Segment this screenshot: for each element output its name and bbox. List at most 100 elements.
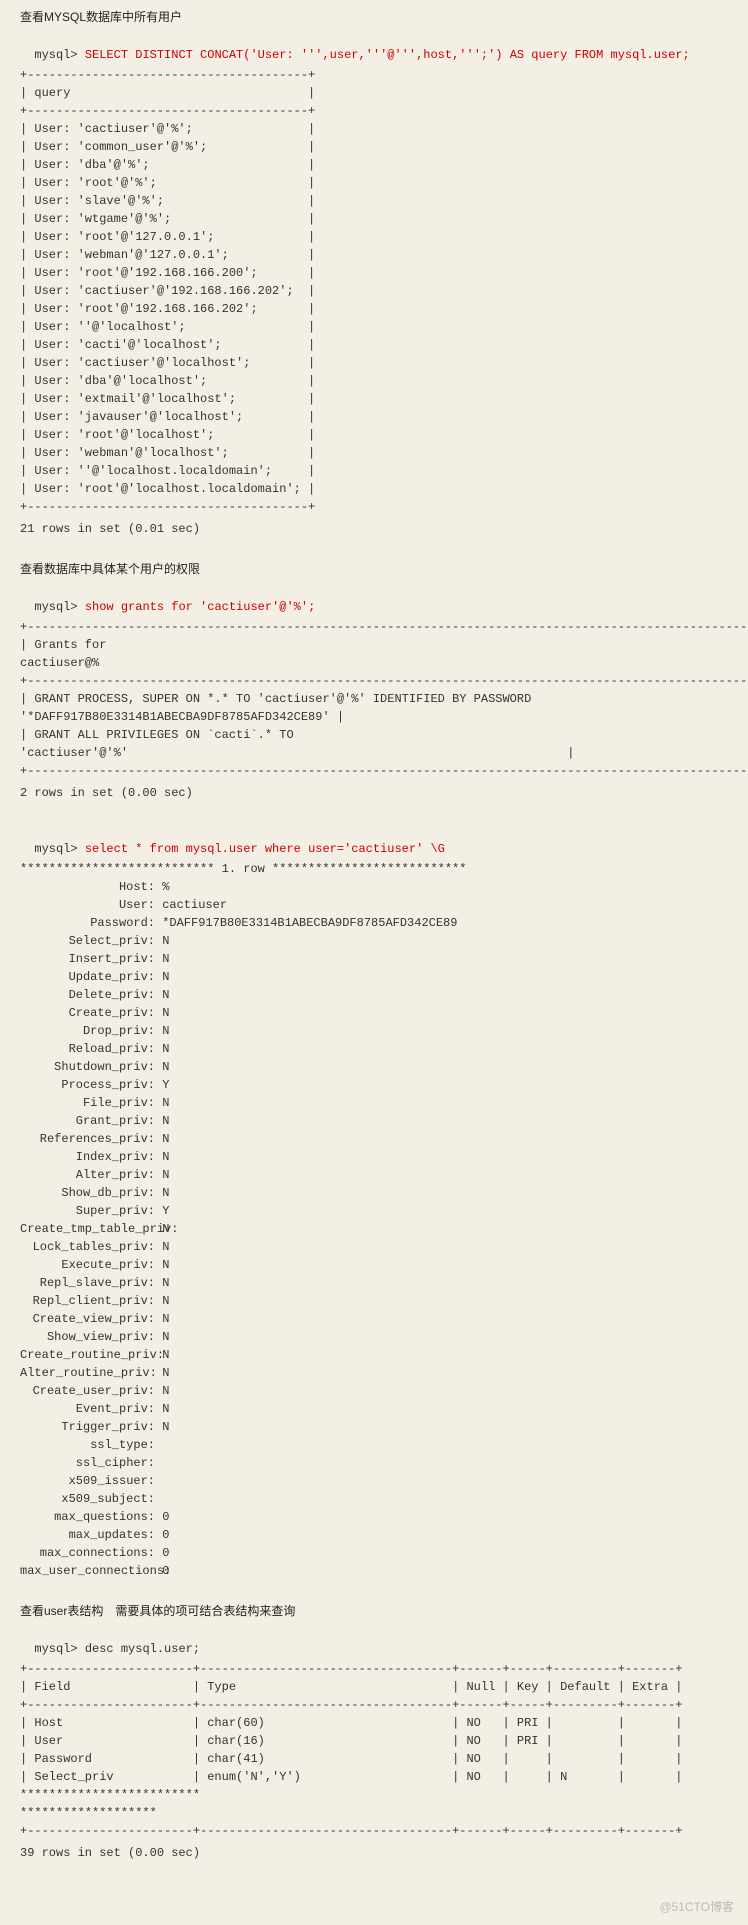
table-row: | User: 'javauser'@'localhost'; | — [20, 408, 740, 426]
prompt: mysql> — [34, 1642, 84, 1656]
grant-row: '*DAFF917B80E3314B1ABECBA9DF8785AFD342CE… — [20, 708, 740, 726]
priv-key: File_priv: — [20, 1094, 155, 1112]
sql-command-4: desc mysql.user; — [85, 1642, 200, 1656]
table-row: | User: 'root'@'127.0.0.1'; | — [20, 228, 740, 246]
priv-value: 0 — [162, 1562, 169, 1580]
table-sep: +---------------------------------------… — [20, 66, 740, 84]
priv-key: ssl_cipher: — [20, 1454, 155, 1472]
priv-value: 0 — [162, 1508, 169, 1526]
priv-key: Show_db_priv: — [20, 1184, 155, 1202]
user-priv-row: Show_view_priv: N — [20, 1328, 740, 1346]
priv-key: Create_routine_priv: — [20, 1346, 155, 1364]
user-priv-row: User: cactiuser — [20, 896, 740, 914]
user-priv-row: max_updates: 0 — [20, 1526, 740, 1544]
priv-value: N — [162, 1040, 169, 1058]
sql-command-3: select * from mysql.user where user='cac… — [85, 842, 445, 856]
table-row: | Password | char(41) | NO | | | | — [20, 1750, 740, 1768]
priv-key: Show_view_priv: — [20, 1328, 155, 1346]
priv-key: Drop_priv: — [20, 1022, 155, 1040]
user-priv-row: Process_priv: Y — [20, 1076, 740, 1094]
row-separator: *************************** 1. row *****… — [20, 860, 740, 878]
table-row: | User: ''@'localhost.localdomain'; | — [20, 462, 740, 480]
table-header: | query | — [20, 84, 740, 102]
user-priv-row: Password: *DAFF917B80E3314B1ABECBA9DF878… — [20, 914, 740, 932]
user-priv-row: ssl_cipher: — [20, 1454, 740, 1472]
user-priv-row: Create_view_priv: N — [20, 1310, 740, 1328]
user-priv-row: max_questions: 0 — [20, 1508, 740, 1526]
rows-footer: 21 rows in set (0.01 sec) — [20, 520, 740, 538]
user-priv-row: Repl_slave_priv: N — [20, 1274, 740, 1292]
grant-row: | GRANT PROCESS, SUPER ON *.* TO 'cactiu… — [20, 690, 740, 708]
table-sep: +---------------------------------------… — [20, 102, 740, 120]
priv-key: Repl_slave_priv: — [20, 1274, 155, 1292]
priv-key: ssl_type: — [20, 1436, 155, 1454]
table-row: | User: 'webman'@'127.0.0.1'; | — [20, 246, 740, 264]
user-priv-row: Alter_priv: N — [20, 1166, 740, 1184]
dots-row: ************************* — [20, 1786, 740, 1804]
priv-key: References_priv: — [20, 1130, 155, 1148]
table-sep: +---------------------------------------… — [20, 618, 740, 636]
priv-key: max_user_connections: — [20, 1562, 155, 1580]
priv-value: N — [162, 1058, 169, 1076]
priv-value: N — [162, 1346, 169, 1364]
priv-value: N — [162, 1220, 169, 1238]
priv-key: Select_priv: — [20, 932, 155, 950]
user-priv-row: ssl_type: — [20, 1436, 740, 1454]
user-priv-row: Execute_priv: N — [20, 1256, 740, 1274]
priv-key: Event_priv: — [20, 1400, 155, 1418]
table-row: | User: 'slave'@'%'; | — [20, 192, 740, 210]
priv-value: Y — [162, 1202, 169, 1220]
priv-key: Host: — [20, 878, 155, 896]
user-priv-row: Create_routine_priv: N — [20, 1346, 740, 1364]
user-priv-row: Reload_priv: N — [20, 1040, 740, 1058]
priv-key: Trigger_priv: — [20, 1418, 155, 1436]
priv-key: Execute_priv: — [20, 1256, 155, 1274]
priv-value: N — [162, 1418, 169, 1436]
user-priv-row: max_user_connections: 0 — [20, 1562, 740, 1580]
user-priv-row: Super_priv: Y — [20, 1202, 740, 1220]
priv-value: N — [162, 1364, 169, 1382]
priv-key: Create_view_priv: — [20, 1310, 155, 1328]
user-priv-row: Update_priv: N — [20, 968, 740, 986]
grant-row: 'cactiuser'@'%' | — [20, 744, 740, 762]
sql-line-2: mysql> show grants for 'cactiuser'@'%'; — [20, 580, 740, 616]
user-priv-row: Lock_tables_priv: N — [20, 1238, 740, 1256]
priv-key: Insert_priv: — [20, 950, 155, 968]
user-priv-row: max_connections: 0 — [20, 1544, 740, 1562]
table-sep: +-----------------------+---------------… — [20, 1696, 740, 1714]
table-row: | User | char(16) | NO | PRI | | | — [20, 1732, 740, 1750]
user-priv-row: Host: % — [20, 878, 740, 896]
table-row: | User: 'extmail'@'localhost'; | — [20, 390, 740, 408]
rows-footer: 39 rows in set (0.00 sec) — [20, 1844, 740, 1862]
user-priv-row: References_priv: N — [20, 1130, 740, 1148]
user-priv-row: Drop_priv: N — [20, 1022, 740, 1040]
priv-value: N — [162, 1238, 169, 1256]
prompt: mysql> — [34, 48, 84, 62]
table-row: | Host | char(60) | NO | PRI | | | — [20, 1714, 740, 1732]
priv-value: N — [162, 1004, 169, 1022]
user-priv-row: Create_user_priv: N — [20, 1382, 740, 1400]
priv-value: 0 — [162, 1526, 169, 1544]
user-priv-row: Grant_priv: N — [20, 1112, 740, 1130]
user-priv-row: Event_priv: N — [20, 1400, 740, 1418]
user-priv-row: File_priv: N — [20, 1094, 740, 1112]
table-sep: +---------------------------------------… — [20, 762, 740, 780]
priv-key: x509_issuer: — [20, 1472, 155, 1490]
user-priv-row: Alter_routine_priv: N — [20, 1364, 740, 1382]
table-sep: +---------------------------------------… — [20, 672, 740, 690]
priv-key: max_updates: — [20, 1526, 155, 1544]
table-row: | User: 'dba'@'localhost'; | — [20, 372, 740, 390]
table-header: | Field | Type | Null | Key | Default | … — [20, 1678, 740, 1696]
user-priv-row: x509_issuer: — [20, 1472, 740, 1490]
prompt: mysql> — [34, 600, 84, 614]
grants-header-2: cactiuser@% | — [20, 654, 740, 672]
priv-value: N — [162, 1310, 169, 1328]
sql-command-1: SELECT DISTINCT CONCAT('User: ''',user,'… — [85, 48, 690, 62]
priv-key: Repl_client_priv: — [20, 1292, 155, 1310]
user-priv-row: Select_priv: N — [20, 932, 740, 950]
user-priv-row: Index_priv: N — [20, 1148, 740, 1166]
user-priv-row: Trigger_priv: N — [20, 1418, 740, 1436]
sql-line-1: mysql> SELECT DISTINCT CONCAT('User: '''… — [20, 28, 740, 64]
priv-value: 0 — [162, 1544, 169, 1562]
priv-value: Y — [162, 1076, 169, 1094]
